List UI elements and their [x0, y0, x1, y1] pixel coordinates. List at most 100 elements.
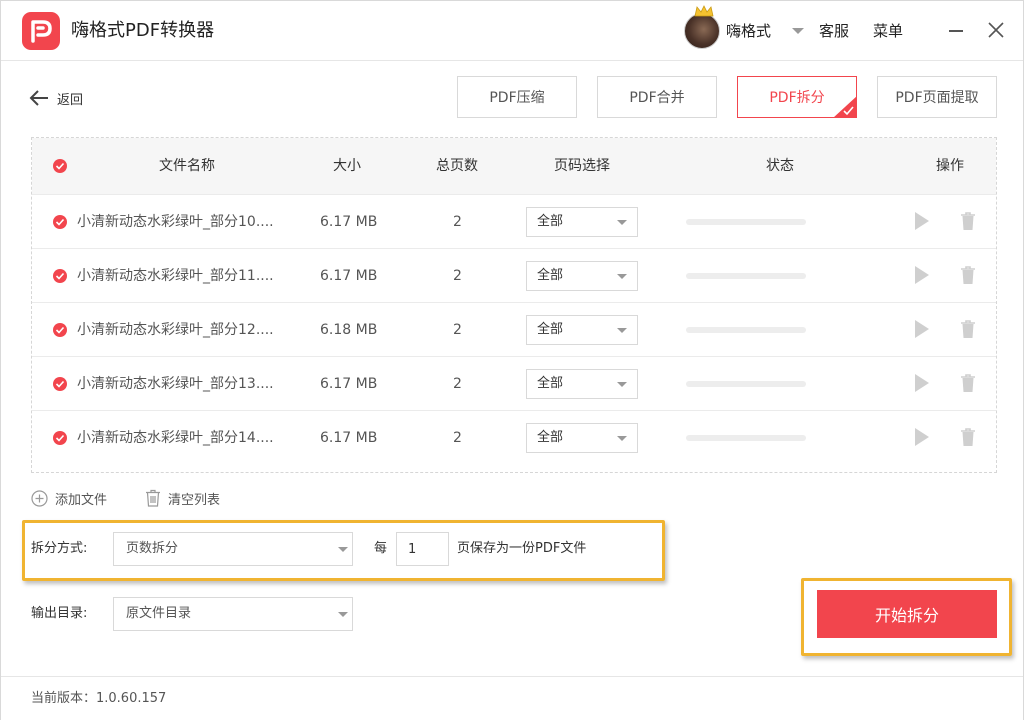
page-range-select[interactable]: 全部 [526, 207, 638, 237]
footer: 当前版本：1.0.60.157 [1, 676, 1023, 720]
header-status: 状态 [766, 158, 794, 174]
table-row: 小清新动态水彩绿叶_部分14.... 6.17 MB 2 全部 [32, 410, 996, 464]
username[interactable]: 嗨格式 [726, 21, 771, 41]
page-range-value: 全部 [537, 214, 564, 229]
play-icon[interactable] [915, 266, 929, 284]
minimize-icon[interactable] [949, 30, 963, 32]
chevron-down-icon [617, 220, 627, 225]
header-file-name: 文件名称 [159, 158, 215, 174]
clear-list-button[interactable]: 清空列表 [145, 488, 220, 508]
chevron-down-icon [617, 382, 627, 387]
user-avatar[interactable] [684, 13, 720, 49]
table-row: 小清新动态水彩绿叶_部分12.... 6.18 MB 2 全部 [32, 302, 996, 356]
file-name: 小清新动态水彩绿叶_部分10.... [77, 214, 274, 230]
chevron-down-icon [617, 328, 627, 333]
delete-icon[interactable] [960, 265, 976, 285]
file-size: 6.17 MB [320, 214, 378, 230]
pages-per-file-input[interactable] [396, 532, 449, 566]
chevron-down-icon [338, 547, 348, 552]
output-dir-value: 原文件目录 [126, 606, 192, 621]
file-name: 小清新动态水彩绿叶_部分13.... [77, 376, 274, 392]
row-checkbox[interactable] [53, 431, 67, 445]
delete-icon[interactable] [960, 211, 976, 231]
status-progress-bar [686, 381, 806, 387]
file-size: 6.17 MB [320, 268, 378, 284]
check-icon [55, 434, 65, 442]
app-window: 嗨格式PDF转换器 嗨格式 客服 菜单 返回 PDF压缩 PDF合并 PDF拆分… [0, 0, 1024, 720]
delete-icon[interactable] [960, 373, 976, 393]
back-button[interactable]: 返回 [29, 87, 83, 109]
delete-icon[interactable] [960, 427, 976, 447]
delete-icon[interactable] [960, 319, 976, 339]
trash-icon [146, 489, 160, 507]
check-icon [55, 380, 65, 388]
file-name: 小清新动态水彩绿叶_部分12.... [77, 322, 274, 338]
close-icon[interactable] [987, 21, 1005, 39]
add-file-button[interactable]: 添加文件 [31, 488, 107, 508]
status-progress-bar [686, 219, 806, 225]
row-checkbox[interactable] [53, 215, 67, 229]
table-row: 小清新动态水彩绿叶_部分13.... 6.17 MB 2 全部 [32, 356, 996, 410]
header-page-select: 页码选择 [554, 158, 610, 174]
page-range-value: 全部 [537, 430, 564, 445]
split-suffix-label: 页保存为一份PDF文件 [457, 541, 587, 556]
play-icon[interactable] [915, 374, 929, 392]
check-icon [55, 326, 65, 334]
arrow-left-icon [29, 90, 48, 106]
header-actions: 操作 [936, 158, 964, 174]
status-progress-bar [686, 327, 806, 333]
selected-check-icon [834, 96, 856, 117]
check-icon [55, 162, 65, 170]
file-size: 6.17 MB [320, 376, 378, 392]
page-range-select[interactable]: 全部 [526, 369, 638, 399]
select-all-checkbox[interactable] [53, 159, 67, 173]
total-pages: 2 [453, 376, 462, 392]
add-file-label: 添加文件 [55, 492, 108, 508]
tab-pdf-page-extract[interactable]: PDF页面提取 [877, 76, 997, 118]
table-row: 小清新动态水彩绿叶_部分11.... 6.17 MB 2 全部 [32, 248, 996, 302]
page-range-value: 全部 [537, 376, 564, 391]
customer-service-link[interactable]: 客服 [819, 21, 849, 41]
file-size: 6.17 MB [320, 430, 378, 446]
play-icon[interactable] [915, 212, 929, 230]
chevron-down-icon [617, 274, 627, 279]
plus-circle-icon [31, 489, 48, 507]
crown-icon [694, 5, 714, 17]
tab-pdf-compress[interactable]: PDF压缩 [457, 76, 577, 118]
output-dir-select[interactable]: 原文件目录 [113, 597, 353, 631]
file-table: 文件名称 大小 总页数 页码选择 状态 操作 小清新动态水彩绿叶_部分10...… [31, 137, 997, 473]
app-logo-icon [22, 12, 60, 50]
file-name: 小清新动态水彩绿叶_部分14.... [77, 430, 274, 446]
tab-pdf-split[interactable]: PDF拆分 [737, 76, 857, 118]
page-range-value: 全部 [537, 268, 564, 283]
main-menu-link[interactable]: 菜单 [873, 21, 903, 41]
split-mode-select[interactable]: 页数拆分 [113, 532, 353, 566]
play-icon[interactable] [915, 320, 929, 338]
header-size: 大小 [333, 158, 361, 174]
table-row: 小清新动态水彩绿叶_部分10.... 6.17 MB 2 全部 [32, 194, 996, 248]
version-text: 当前版本：1.0.60.157 [31, 691, 167, 706]
tab-pdf-merge[interactable]: PDF合并 [597, 76, 717, 118]
split-mode-value: 页数拆分 [126, 541, 179, 556]
file-name: 小清新动态水彩绿叶_部分11.... [77, 268, 274, 284]
page-range-select[interactable]: 全部 [526, 423, 638, 453]
row-checkbox[interactable] [53, 269, 67, 283]
start-split-button[interactable]: 开始拆分 [817, 590, 997, 638]
back-label: 返回 [57, 92, 84, 108]
total-pages: 2 [453, 322, 462, 338]
row-checkbox[interactable] [53, 377, 67, 391]
table-header: 文件名称 大小 总页数 页码选择 状态 操作 [32, 138, 996, 194]
page-range-select[interactable]: 全部 [526, 261, 638, 291]
clear-list-label: 清空列表 [168, 492, 221, 508]
split-mode-label: 拆分方式: [31, 541, 88, 556]
page-range-value: 全部 [537, 322, 564, 337]
status-progress-bar [686, 273, 806, 279]
every-label: 每 [374, 541, 388, 556]
status-progress-bar [686, 435, 806, 441]
chevron-down-icon [338, 612, 348, 617]
row-checkbox[interactable] [53, 323, 67, 337]
file-size: 6.18 MB [320, 322, 378, 338]
play-icon[interactable] [915, 428, 929, 446]
user-menu-caret-icon[interactable] [792, 28, 804, 34]
page-range-select[interactable]: 全部 [526, 315, 638, 345]
